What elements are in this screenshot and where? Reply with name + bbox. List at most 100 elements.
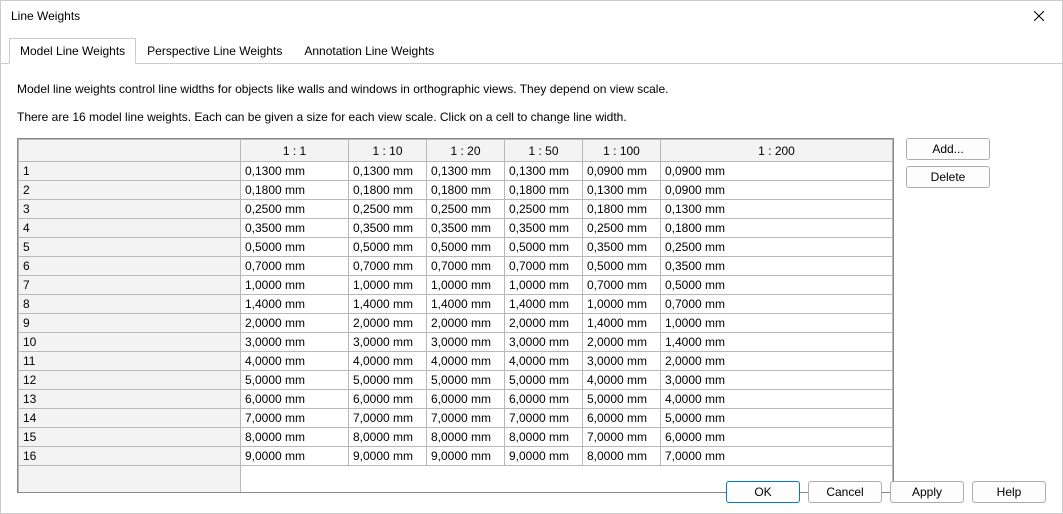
help-button[interactable]: Help — [972, 481, 1046, 503]
line-weight-cell[interactable]: 0,1300 mm — [241, 162, 349, 181]
row-header[interactable]: 15 — [19, 428, 241, 447]
line-weight-cell[interactable]: 0,0900 mm — [583, 162, 661, 181]
tab-annotation-line-weights[interactable]: Annotation Line Weights — [293, 38, 445, 64]
line-weight-cell[interactable]: 0,1300 mm — [583, 181, 661, 200]
line-weight-cell[interactable]: 0,1800 mm — [241, 181, 349, 200]
row-header[interactable]: 9 — [19, 314, 241, 333]
line-weight-cell[interactable]: 1,0000 mm — [505, 276, 583, 295]
line-weight-cell[interactable]: 5,0000 mm — [661, 409, 893, 428]
line-weight-cell[interactable]: 0,1800 mm — [661, 219, 893, 238]
line-weight-cell[interactable]: 0,5000 mm — [241, 238, 349, 257]
line-weight-cell[interactable]: 1,4000 mm — [349, 295, 427, 314]
row-header[interactable]: 4 — [19, 219, 241, 238]
line-weight-cell[interactable]: 5,0000 mm — [241, 371, 349, 390]
line-weight-cell[interactable]: 6,0000 mm — [427, 390, 505, 409]
line-weight-cell[interactable]: 0,1300 mm — [505, 162, 583, 181]
line-weight-cell[interactable]: 0,5000 mm — [583, 257, 661, 276]
column-header-blank[interactable] — [19, 140, 241, 162]
line-weight-cell[interactable]: 1,4000 mm — [427, 295, 505, 314]
line-weight-cell[interactable]: 7,0000 mm — [241, 409, 349, 428]
line-weight-cell[interactable]: 0,1300 mm — [661, 200, 893, 219]
line-weight-cell[interactable]: 7,0000 mm — [583, 428, 661, 447]
add-button[interactable]: Add... — [906, 138, 990, 160]
line-weight-cell[interactable]: 0,1300 mm — [427, 162, 505, 181]
line-weight-cell[interactable]: 6,0000 mm — [349, 390, 427, 409]
line-weight-cell[interactable]: 4,0000 mm — [241, 352, 349, 371]
row-header[interactable]: 7 — [19, 276, 241, 295]
line-weight-cell[interactable]: 4,0000 mm — [349, 352, 427, 371]
line-weight-cell[interactable]: 0,2500 mm — [661, 238, 893, 257]
line-weight-cell[interactable]: 0,1300 mm — [349, 162, 427, 181]
row-header[interactable]: 6 — [19, 257, 241, 276]
line-weight-cell[interactable]: 2,0000 mm — [349, 314, 427, 333]
line-weight-cell[interactable]: 9,0000 mm — [427, 447, 505, 466]
apply-button[interactable]: Apply — [890, 481, 964, 503]
line-weight-cell[interactable]: 8,0000 mm — [349, 428, 427, 447]
line-weight-cell[interactable]: 0,5000 mm — [661, 276, 893, 295]
line-weight-cell[interactable]: 4,0000 mm — [661, 390, 893, 409]
line-weight-cell[interactable]: 0,0900 mm — [661, 162, 893, 181]
tab-perspective-line-weights[interactable]: Perspective Line Weights — [136, 38, 293, 64]
row-header[interactable]: 5 — [19, 238, 241, 257]
line-weight-cell[interactable]: 1,4000 mm — [505, 295, 583, 314]
line-weight-cell[interactable]: 0,2500 mm — [505, 200, 583, 219]
line-weight-cell[interactable]: 0,7000 mm — [505, 257, 583, 276]
line-weight-cell[interactable]: 0,7000 mm — [241, 257, 349, 276]
line-weight-cell[interactable]: 3,0000 mm — [661, 371, 893, 390]
line-weight-cell[interactable]: 3,0000 mm — [505, 333, 583, 352]
line-weight-cell[interactable]: 5,0000 mm — [427, 371, 505, 390]
line-weight-cell[interactable]: 8,0000 mm — [583, 447, 661, 466]
delete-button[interactable]: Delete — [906, 166, 990, 188]
row-header[interactable]: 11 — [19, 352, 241, 371]
column-header[interactable]: 1 : 20 — [427, 140, 505, 162]
line-weight-cell[interactable]: 0,1800 mm — [349, 181, 427, 200]
line-weight-cell[interactable]: 0,7000 mm — [427, 257, 505, 276]
row-header[interactable]: 12 — [19, 371, 241, 390]
line-weight-cell[interactable]: 0,1800 mm — [505, 181, 583, 200]
line-weight-cell[interactable]: 7,0000 mm — [505, 409, 583, 428]
column-header[interactable]: 1 : 100 — [583, 140, 661, 162]
row-header[interactable]: 13 — [19, 390, 241, 409]
line-weight-cell[interactable]: 0,1800 mm — [427, 181, 505, 200]
line-weight-cell[interactable]: 3,0000 mm — [241, 333, 349, 352]
row-header[interactable]: 3 — [19, 200, 241, 219]
ok-button[interactable]: OK — [726, 481, 800, 503]
line-weight-cell[interactable]: 4,0000 mm — [583, 371, 661, 390]
line-weight-cell[interactable]: 5,0000 mm — [583, 390, 661, 409]
row-header[interactable]: 14 — [19, 409, 241, 428]
line-weight-cell[interactable]: 9,0000 mm — [349, 447, 427, 466]
line-weight-cell[interactable]: 6,0000 mm — [661, 428, 893, 447]
line-weight-cell[interactable]: 4,0000 mm — [427, 352, 505, 371]
column-header[interactable]: 1 : 200 — [661, 140, 893, 162]
line-weight-cell[interactable]: 1,0000 mm — [241, 276, 349, 295]
line-weight-cell[interactable]: 7,0000 mm — [661, 447, 893, 466]
line-weight-cell[interactable]: 6,0000 mm — [241, 390, 349, 409]
line-weight-cell[interactable]: 0,5000 mm — [427, 238, 505, 257]
line-weight-cell[interactable]: 0,2500 mm — [241, 200, 349, 219]
line-weight-cell[interactable]: 0,3500 mm — [505, 219, 583, 238]
line-weight-cell[interactable]: 8,0000 mm — [505, 428, 583, 447]
line-weight-cell[interactable]: 0,5000 mm — [349, 238, 427, 257]
line-weight-cell[interactable]: 7,0000 mm — [427, 409, 505, 428]
line-weight-cell[interactable]: 7,0000 mm — [349, 409, 427, 428]
line-weight-cell[interactable]: 0,1800 mm — [583, 200, 661, 219]
row-header[interactable]: 10 — [19, 333, 241, 352]
tab-model-line-weights[interactable]: Model Line Weights — [9, 38, 136, 64]
line-weight-cell[interactable]: 3,0000 mm — [349, 333, 427, 352]
line-weight-cell[interactable]: 0,0900 mm — [661, 181, 893, 200]
close-button[interactable] — [1016, 1, 1062, 31]
row-header[interactable]: 1 — [19, 162, 241, 181]
line-weight-cell[interactable]: 9,0000 mm — [241, 447, 349, 466]
line-weight-cell[interactable]: 0,3500 mm — [427, 219, 505, 238]
line-weight-cell[interactable]: 2,0000 mm — [505, 314, 583, 333]
line-weight-cell[interactable]: 2,0000 mm — [661, 352, 893, 371]
line-weight-cell[interactable]: 0,3500 mm — [241, 219, 349, 238]
line-weight-cell[interactable]: 0,5000 mm — [505, 238, 583, 257]
row-header[interactable]: 16 — [19, 447, 241, 466]
line-weight-cell[interactable]: 1,4000 mm — [241, 295, 349, 314]
line-weight-cell[interactable]: 1,4000 mm — [661, 333, 893, 352]
line-weight-cell[interactable]: 0,3500 mm — [349, 219, 427, 238]
line-weight-cell[interactable]: 5,0000 mm — [349, 371, 427, 390]
line-weight-cell[interactable]: 2,0000 mm — [583, 333, 661, 352]
line-weight-cell[interactable]: 2,0000 mm — [241, 314, 349, 333]
